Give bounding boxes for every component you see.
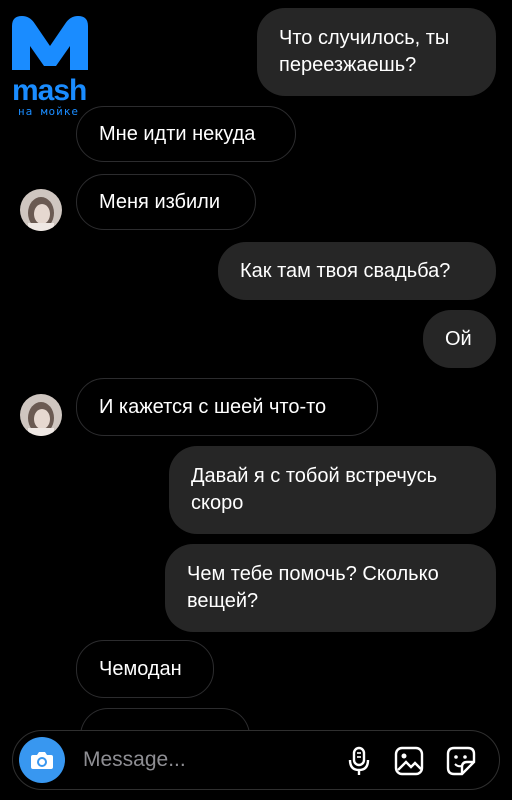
message-bubble-outgoing[interactable]: Чем тебе помочь? Сколько вещей? bbox=[165, 544, 496, 632]
message-text: Меня избили bbox=[99, 190, 221, 213]
watermark-subtitle: на мойке bbox=[18, 105, 79, 118]
message-composer[interactable]: Message... bbox=[12, 730, 500, 790]
message-bubble-outgoing[interactable]: Ой bbox=[423, 310, 496, 368]
message-bubble-incoming[interactable]: Меня избили bbox=[76, 174, 256, 230]
message-bubble-incoming[interactable]: И кажется с шеей что-то bbox=[76, 378, 378, 436]
message-text: И кажется с шеей что-то bbox=[99, 395, 327, 418]
message-text: Чемодан bbox=[99, 657, 182, 680]
message-bubble-outgoing[interactable]: Что случилось, ты переезжаешь? bbox=[257, 8, 496, 96]
camera-button[interactable] bbox=[19, 737, 65, 783]
message-text: Как там твоя свадьба? bbox=[240, 259, 451, 282]
avatar-photo bbox=[20, 394, 62, 436]
message-text: Чем тебе помочь? Сколько вещей? bbox=[187, 563, 439, 612]
contact-avatar[interactable] bbox=[20, 189, 62, 231]
avatar-photo bbox=[20, 189, 62, 231]
gallery-icon[interactable] bbox=[393, 745, 425, 777]
contact-avatar[interactable] bbox=[20, 394, 62, 436]
watermark-brand: mash bbox=[12, 74, 87, 107]
message-text: Мне идти некуда bbox=[99, 122, 256, 145]
message-bubble-outgoing[interactable]: Как там твоя свадьба? bbox=[218, 242, 496, 300]
message-bubble-outgoing[interactable]: Давай я с тобой встречусь скоро bbox=[169, 446, 496, 534]
message-bubble-incoming[interactable]: Мне идти некуда bbox=[76, 106, 296, 162]
message-input[interactable]: Message... bbox=[83, 747, 186, 773]
mash-logo-icon bbox=[12, 16, 88, 70]
message-bubble-incoming[interactable]: Чемодан bbox=[76, 640, 214, 698]
message-text: Ой bbox=[445, 327, 472, 350]
camera-icon bbox=[31, 752, 53, 769]
microphone-icon[interactable] bbox=[343, 745, 375, 777]
sticker-icon[interactable] bbox=[445, 745, 477, 777]
message-text: Давай я с тобой встречусь скоро bbox=[191, 465, 437, 514]
message-text: Что случилось, ты переезжаешь? bbox=[279, 27, 450, 76]
mash-watermark: mash на мойке bbox=[8, 12, 100, 122]
